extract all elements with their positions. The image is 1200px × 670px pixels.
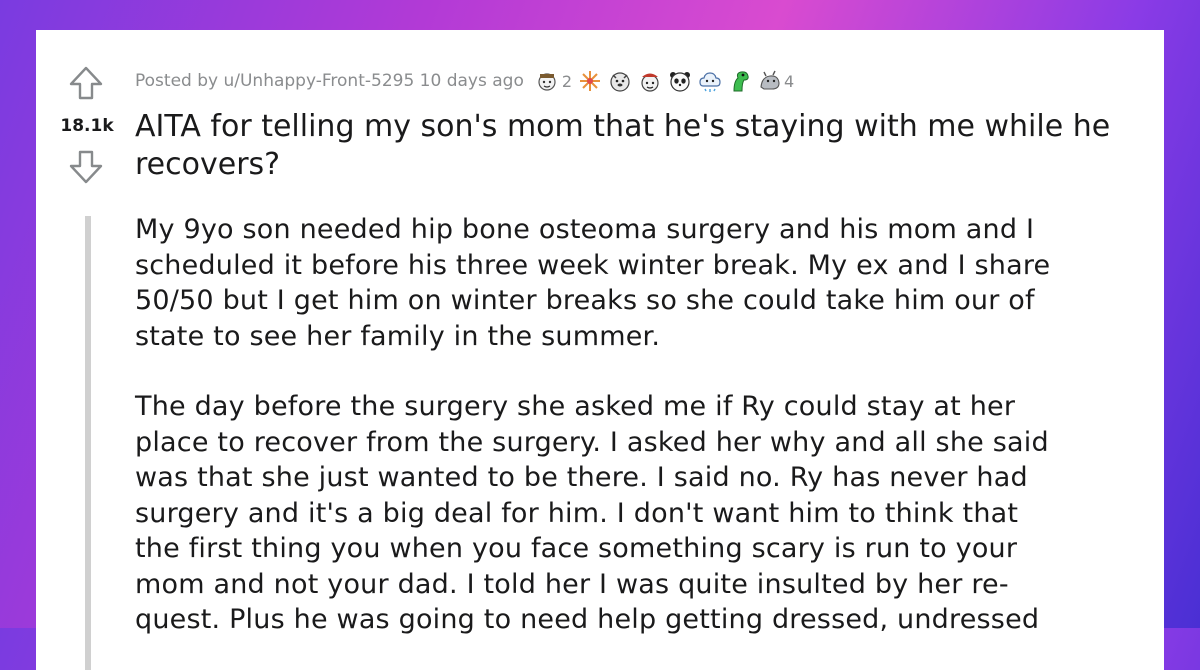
body-paragraph: The day before the surgery she asked me … (135, 391, 1049, 635)
downvote-arrow-icon[interactable] (67, 148, 105, 186)
award-green-creature[interactable] (728, 69, 752, 93)
award-sparkle[interactable] (578, 69, 602, 93)
wholesome-award-icon (538, 73, 556, 91)
gray-creature-award-icon (760, 70, 780, 90)
quote-bar (85, 216, 91, 670)
body-paragraph: My 9yo son needed hip bone osteoma surge… (135, 214, 1051, 352)
vote-score: 18.1k (60, 116, 114, 136)
upvote-arrow-icon[interactable] (67, 64, 105, 102)
award-wholesome[interactable]: 2 (536, 69, 572, 93)
post-body: My 9yo son needed hip bone osteoma surge… (135, 212, 1145, 670)
doge-face-award-icon (610, 72, 630, 92)
post-title[interactable]: AITA for telling my son's mom that he's … (135, 108, 1155, 184)
award-count: 2 (561, 71, 573, 91)
post-meta: Posted by u/Unhappy-Front-5295 10 days a… (135, 66, 794, 96)
award-panda[interactable] (668, 69, 692, 93)
award-hat-face[interactable] (638, 69, 662, 93)
award-gray-creature[interactable]: 4 (758, 69, 794, 93)
cloud-face-award-icon (699, 72, 721, 92)
panda-face-award-icon (670, 72, 691, 92)
vote-column: 18.1k (36, 30, 136, 230)
sparkle-burst-award-icon (580, 71, 601, 91)
post-card: 18.1k Posted by u/Unhappy-Front-5295 10 … (36, 30, 1164, 670)
green-creature-award-icon (733, 71, 749, 92)
posted-by-text[interactable]: Posted by u/Unhappy-Front-5295 10 days a… (135, 71, 524, 91)
award-cloud[interactable] (698, 69, 722, 93)
award-doge[interactable] (608, 69, 632, 93)
face-with-hat-award-icon (641, 73, 659, 92)
award-count: 4 (784, 71, 795, 91)
